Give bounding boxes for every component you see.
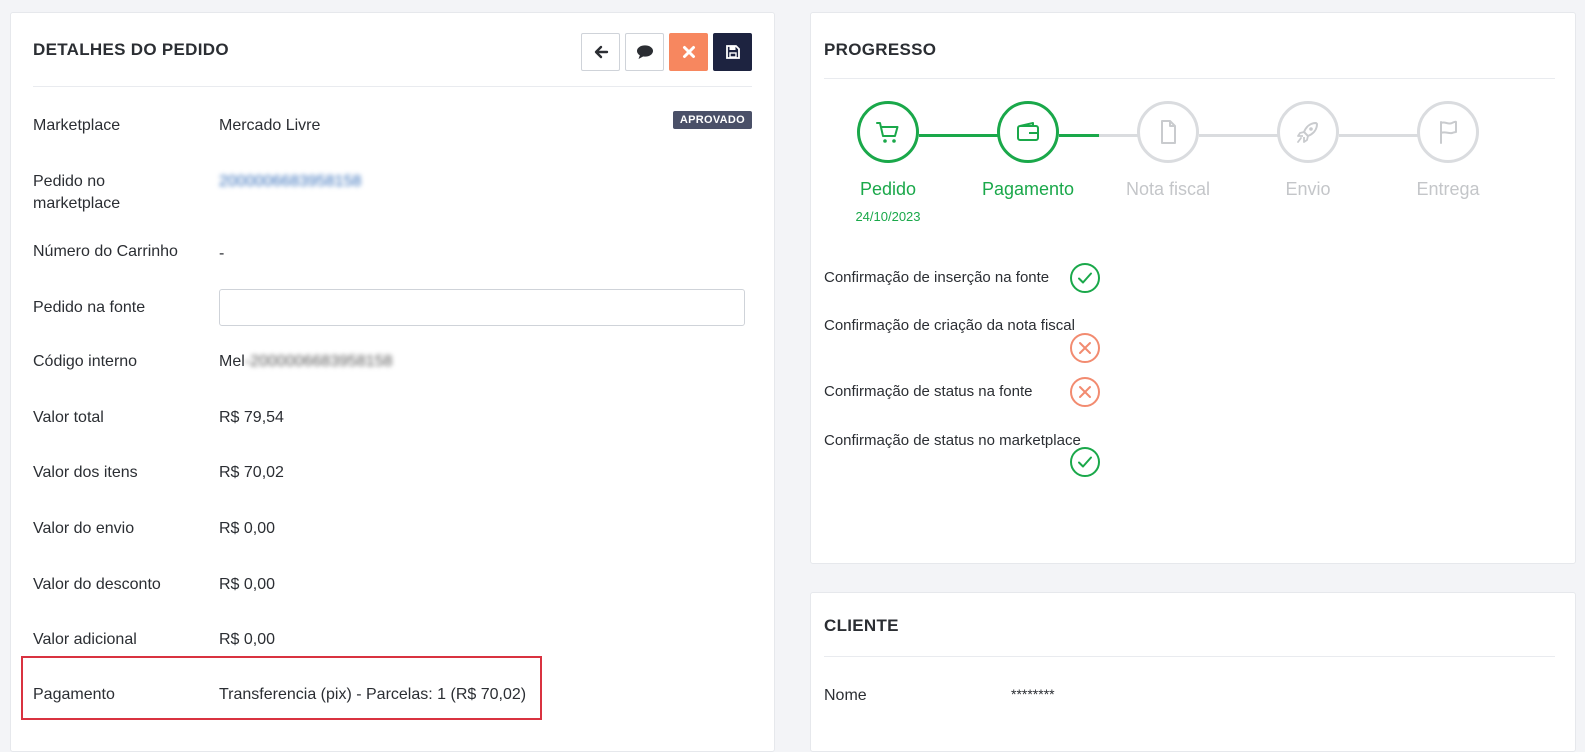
order-details-card: DETALHES DO PEDIDO APROVADO Marketplace … xyxy=(10,12,775,752)
cancel-button[interactable] xyxy=(669,33,708,71)
label-pedido-fonte: Pedido na fonte xyxy=(33,299,146,316)
label-valor-desconto: Valor do desconto xyxy=(33,576,161,593)
label-valor-total: Valor total xyxy=(33,409,104,426)
label-valor-adicional: Valor adicional xyxy=(33,631,137,648)
step-label-envio: Envio xyxy=(1285,179,1331,199)
step-date-pedido: 24/10/2023 xyxy=(855,209,921,224)
label-numero-carrinho: Número do Carrinho xyxy=(33,243,178,260)
value-nome: ******** xyxy=(1011,686,1055,702)
value-valor-envio: R$ 0,00 xyxy=(219,520,276,537)
step-connector xyxy=(1199,134,1287,137)
save-icon xyxy=(725,45,740,59)
progress-card: PROGRESSO Pedido 24/10/2023 Pagamento No… xyxy=(810,12,1576,564)
step-label-pagamento: Pagamento xyxy=(981,179,1075,199)
flag-icon xyxy=(1440,120,1457,144)
label-marketplace: Marketplace xyxy=(33,117,121,134)
error-icon xyxy=(1070,333,1100,363)
value-valor-adicional: R$ 0,00 xyxy=(219,631,276,648)
check-label-status-fonte: Confirmação de status na fonte xyxy=(824,383,1033,400)
pagamento-highlight xyxy=(21,656,542,720)
error-icon xyxy=(1070,377,1100,407)
order-toolbar xyxy=(581,33,752,71)
close-icon xyxy=(682,46,695,58)
value-pedido-marketplace[interactable]: 2000006683958158 xyxy=(219,171,361,193)
value-numero-carrinho: - xyxy=(219,245,225,262)
wallet-icon xyxy=(1017,122,1039,141)
back-button[interactable] xyxy=(581,33,620,71)
save-button[interactable] xyxy=(713,33,752,71)
check-label-insercao: Confirmação de inserção na fonte xyxy=(824,269,1050,286)
label-nome: Nome xyxy=(824,687,867,704)
divider xyxy=(33,86,752,87)
arrow-left-icon xyxy=(594,45,608,59)
comment-button[interactable] xyxy=(625,33,664,71)
label-valor-envio: Valor do envio xyxy=(33,520,135,537)
step-connector xyxy=(1059,134,1099,137)
file-icon xyxy=(1161,120,1176,144)
value-valor-total: R$ 79,54 xyxy=(219,409,284,426)
step-connector xyxy=(919,134,1007,137)
check-label-status-marketplace: Confirmação de status no marketplace xyxy=(824,432,1081,449)
value-valor-desconto: R$ 0,00 xyxy=(219,576,276,593)
check-icon xyxy=(1070,447,1100,477)
label-codigo-interno: Código interno xyxy=(33,353,138,370)
pedido-fonte-input[interactable] xyxy=(219,289,745,326)
divider xyxy=(824,656,1555,657)
step-connector xyxy=(1339,134,1427,137)
check-label-nota-fiscal: Confirmação de criação da nota fiscal xyxy=(824,317,1075,334)
step-label-entrega: Entrega xyxy=(1416,179,1480,199)
step-envio xyxy=(1277,101,1339,163)
progress-title: PROGRESSO xyxy=(824,40,937,59)
value-codigo-interno: Mel-2000006683958158 xyxy=(219,351,392,373)
step-pedido xyxy=(857,101,919,163)
comment-icon xyxy=(636,45,653,59)
step-label-nota-fiscal: Nota fiscal xyxy=(1125,179,1211,199)
step-nota-fiscal xyxy=(1137,101,1199,163)
step-label-pedido: Pedido xyxy=(859,179,917,199)
order-details-title: DETALHES DO PEDIDO xyxy=(33,40,229,59)
value-valor-itens: R$ 70,02 xyxy=(219,464,284,481)
status-badge: APROVADO xyxy=(672,111,752,129)
divider xyxy=(824,78,1555,79)
label-pedido-marketplace: Pedido no marketplace xyxy=(33,173,121,212)
label-valor-itens: Valor dos itens xyxy=(33,464,138,481)
client-title: CLIENTE xyxy=(824,616,899,635)
codigo-interno-number: -2000006683958158 xyxy=(244,353,393,370)
cart-icon xyxy=(876,122,899,143)
step-pagamento xyxy=(997,101,1059,163)
value-marketplace: Mercado Livre xyxy=(219,117,321,134)
codigo-interno-prefix: Mel xyxy=(219,353,245,370)
rocket-icon xyxy=(1297,122,1318,143)
check-icon xyxy=(1070,263,1100,293)
step-entrega xyxy=(1417,101,1479,163)
client-card: CLIENTE Nome ******** xyxy=(810,592,1576,752)
